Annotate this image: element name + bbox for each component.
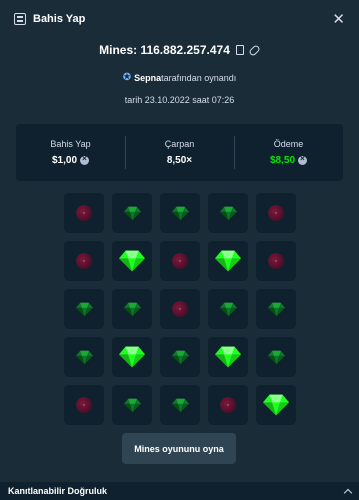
grid-tile (256, 193, 296, 233)
multiplier-value: 8,50× (166, 155, 193, 166)
bet-amount-text: $1,00 (51, 155, 78, 166)
revealed-gem-icon (119, 248, 145, 274)
grid-tile (64, 385, 104, 425)
gem-icon (123, 397, 141, 414)
gem-icon (219, 301, 237, 318)
gem-icon (75, 301, 93, 318)
gem-icon (267, 349, 285, 366)
copy-icon[interactable] (235, 45, 244, 55)
mine-icon (76, 253, 92, 269)
grid-tile (256, 337, 296, 377)
mine-icon (268, 253, 284, 269)
gem-icon (123, 301, 141, 318)
gem-icon (171, 205, 189, 222)
currency-icon (298, 154, 308, 165)
mine-icon (76, 205, 92, 221)
currency-icon (80, 154, 90, 165)
grid-tile (208, 385, 248, 425)
grid-tile (112, 385, 152, 425)
grid-tile (160, 385, 200, 425)
modal-title: Bahis Yap (33, 13, 86, 25)
payout-stat: Ödeme $8,50 (234, 124, 343, 181)
grid-tile (112, 193, 152, 233)
grid-tile (64, 193, 104, 233)
grid-tile (64, 337, 104, 377)
gem-icon (219, 205, 237, 222)
bet-stats: Bahis Yap $1,00 Çarpan 8,50× Ödeme $8,50 (16, 124, 343, 181)
bet-slip-icon (14, 13, 26, 25)
multiplier-stat: Çarpan 8,50× (125, 124, 234, 181)
multiplier-label: Çarpan (164, 139, 195, 149)
mine-icon (172, 301, 188, 317)
bet-amount-label: Bahis Yap (50, 139, 91, 149)
grid-tile (160, 337, 200, 377)
gem-icon (171, 349, 189, 366)
mine-icon (76, 397, 92, 413)
gem-icon (75, 349, 93, 366)
grid-tile (208, 193, 248, 233)
grid-tile (256, 241, 296, 281)
grid-tile (160, 289, 200, 329)
grid-tile (256, 289, 296, 329)
payout-value: $8,50 (269, 154, 308, 166)
gem-icon (123, 205, 141, 222)
revealed-gem-icon (215, 344, 241, 370)
grid-tile (160, 241, 200, 281)
grid-tile (208, 289, 248, 329)
grid-tile (112, 289, 152, 329)
modal-header: Bahis Yap ✕ (0, 0, 359, 38)
grid-tile (160, 193, 200, 233)
revealed-gem-icon (119, 344, 145, 370)
gem-icon (267, 301, 285, 318)
mine-icon (220, 397, 236, 413)
player-name[interactable]: Sepna (134, 73, 161, 83)
played-by-suffix: tarafından oynandı (161, 72, 237, 83)
bet-id: Mines: 116.882.257.474 (99, 43, 230, 57)
provably-fair-bar[interactable]: Kanıtlanabilir Doğruluk (0, 482, 359, 500)
grid-tile (64, 289, 104, 329)
chevron-up-icon[interactable] (343, 488, 353, 497)
grid-tile (112, 337, 152, 377)
grid-tile (256, 385, 296, 425)
mine-icon (172, 253, 188, 269)
provably-fair-label: Kanıtlanabilir Doğruluk (8, 486, 108, 496)
bet-date: tarih 23.10.2022 saat 07:26 (124, 95, 235, 105)
bet-amount-stat: Bahis Yap $1,00 (16, 124, 125, 181)
revealed-gem-icon (263, 392, 289, 418)
payout-text: $8,50 (269, 155, 296, 166)
bet-amount-value: $1,00 (51, 154, 90, 166)
grid-tile (208, 337, 248, 377)
grid-tile (112, 241, 152, 281)
link-icon[interactable] (248, 43, 261, 57)
gem-icon (171, 397, 189, 414)
close-icon[interactable]: ✕ (332, 12, 345, 27)
play-mines-button[interactable]: Mines oyununu oyna (122, 433, 236, 464)
mine-icon (268, 205, 284, 221)
mines-grid (64, 193, 296, 425)
bet-id-row: Mines: 116.882.257.474 (0, 43, 359, 57)
payout-label: Ödeme (273, 139, 304, 149)
grid-tile (208, 241, 248, 281)
grid-tile (64, 241, 104, 281)
star-icon: ✪ (122, 72, 132, 83)
revealed-gem-icon (215, 248, 241, 274)
played-by: ✪ Sepna tarafından oynandı (0, 72, 359, 83)
